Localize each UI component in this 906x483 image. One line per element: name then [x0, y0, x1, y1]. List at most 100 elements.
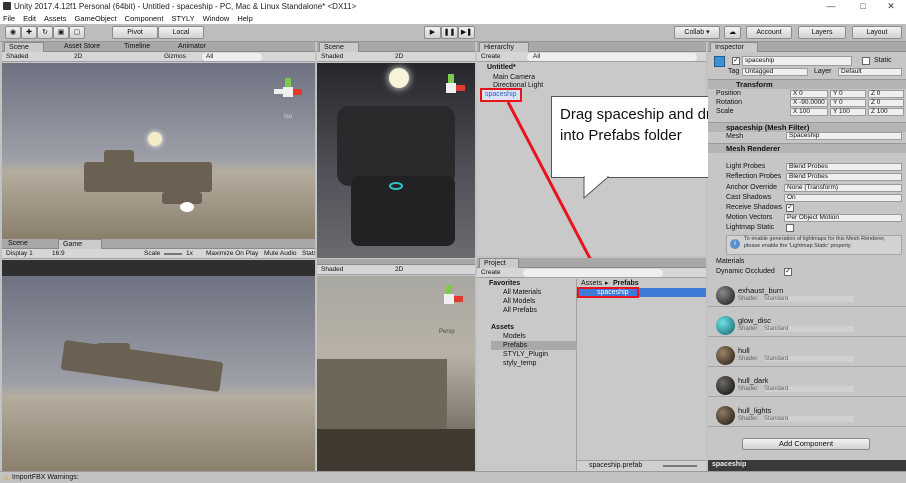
add-component-button[interactable]: Add Component [742, 438, 870, 450]
scene-search[interactable]: All [202, 53, 262, 61]
material-hull-lights[interactable]: hull_lights Shader Standard [708, 404, 906, 427]
menu-file[interactable]: File [3, 14, 15, 23]
menu-edit[interactable]: Edit [23, 14, 36, 23]
aspect-dropdown[interactable]: 16:9 [52, 250, 65, 258]
rotation-z[interactable]: Z 0 [868, 99, 904, 107]
shaded-dropdown-2[interactable]: Shaded [321, 53, 343, 61]
spaceship-object[interactable] [84, 162, 212, 192]
tab-game[interactable]: Game [58, 239, 102, 249]
status-text[interactable]: ImportFBX Warnings: [12, 474, 79, 481]
pause-icon[interactable]: ❚❚ [441, 26, 458, 39]
cast-shadows-dropdown[interactable]: On [784, 194, 902, 202]
menu-help[interactable]: Help [237, 14, 252, 23]
folder-models[interactable]: Models [503, 332, 526, 341]
layers-dropdown[interactable]: Layers [798, 26, 846, 39]
tab-scene-2[interactable]: Scene [4, 239, 32, 249]
cloud-icon[interactable]: ☁ [724, 26, 741, 39]
favorite-all-materials[interactable]: All Materials [503, 288, 541, 297]
rotation-y[interactable]: Y 0 [830, 99, 866, 107]
folder-prefabs[interactable]: Prefabs [491, 341, 577, 350]
scale-z[interactable]: Z 100 [868, 108, 904, 116]
menu-window[interactable]: Window [203, 14, 230, 23]
material-hull[interactable]: hull Shader Standard [708, 344, 906, 367]
menu-component[interactable]: Component [125, 14, 164, 23]
material-glow-disc[interactable]: glow_disc Shader Standard [708, 314, 906, 337]
minimize-button[interactable]: — [816, 0, 846, 13]
tag-dropdown[interactable]: Untagged [742, 68, 808, 76]
motion-vectors-dropdown[interactable]: Per Object Motion [784, 214, 902, 222]
layer-dropdown[interactable]: Default [838, 68, 902, 76]
gizmos-dropdown[interactable]: Gizmos [164, 53, 186, 61]
active-checkbox[interactable]: ✓ [732, 57, 740, 65]
tab-project[interactable]: Project [479, 258, 519, 268]
position-y[interactable]: Y 0 [830, 90, 866, 98]
hierarchy-create-button[interactable]: Create [481, 53, 501, 61]
position-z[interactable]: Z 0 [868, 90, 904, 98]
step-icon[interactable]: ▶❚ [458, 26, 475, 39]
materials-label[interactable]: Materials [716, 258, 744, 265]
layout-dropdown[interactable]: Layout [852, 26, 902, 39]
folder-styly-plugin[interactable]: STYLY_Plugin [503, 350, 548, 359]
scale-y[interactable]: Y 100 [830, 108, 866, 116]
mesh-field[interactable]: Spaceship [786, 132, 902, 140]
play-icon[interactable]: ▶ [424, 26, 441, 39]
scene-gizmo-icon[interactable] [274, 78, 302, 106]
scene-viewport[interactable] [2, 63, 315, 239]
mute-audio-toggle[interactable]: Mute Audio [264, 250, 297, 258]
folder-styly-temp[interactable]: styly_temp [503, 359, 536, 368]
receive-shadows-checkbox[interactable]: ✓ [786, 204, 794, 212]
anchor-override-field[interactable]: None (Transform) [784, 184, 902, 192]
tab-scene[interactable]: Scene [4, 42, 44, 52]
shader-dropdown[interactable]: Standard [764, 386, 854, 392]
tab-animator[interactable]: Animator [174, 42, 210, 52]
favorite-all-prefabs[interactable]: All Prefabs [503, 306, 537, 315]
menu-assets[interactable]: Assets [44, 14, 67, 23]
display-dropdown[interactable]: Display 1 [6, 250, 33, 258]
collab-button[interactable]: Collab ▾ [674, 26, 720, 39]
scale-tool-icon[interactable]: ▣ [53, 26, 69, 39]
object-name-field[interactable]: spaceship [742, 56, 852, 66]
zoom-slider[interactable] [663, 465, 697, 467]
mode-2d-button-2[interactable]: 2D [395, 53, 403, 61]
scene-gizmo-icon-2[interactable] [437, 74, 465, 102]
stats-toggle[interactable]: Stats [302, 250, 315, 258]
menu-styly[interactable]: STYLY [171, 14, 194, 23]
static-checkbox[interactable] [862, 57, 870, 65]
move-tool-icon[interactable]: ✚ [21, 26, 37, 39]
assets-header[interactable]: Assets [491, 323, 514, 332]
dynamic-occluded-checkbox[interactable]: ✓ [784, 268, 792, 276]
hand-tool-icon[interactable]: ◉ [5, 26, 21, 39]
favorite-all-models[interactable]: All Models [503, 297, 535, 306]
lightmap-static-checkbox[interactable] [786, 224, 794, 232]
position-x[interactable]: X 0 [790, 90, 828, 98]
reflection-probes-dropdown[interactable]: Blend Probes [786, 173, 902, 181]
scene-gizmo-icon-3[interactable] [435, 285, 463, 313]
local-toggle[interactable]: Local [158, 26, 204, 39]
material-exhaust-burn[interactable]: exhaust_burn Shader Standard [708, 284, 906, 307]
hierarchy-search[interactable]: All [527, 53, 697, 61]
shader-dropdown[interactable]: Standard [764, 326, 854, 332]
scale-slider[interactable] [164, 253, 182, 255]
tab-asset-store[interactable]: Asset Store [60, 42, 104, 52]
close-button[interactable]: ✕ [876, 0, 906, 13]
account-dropdown[interactable]: Account [746, 26, 792, 39]
maximize-button[interactable]: □ [848, 0, 878, 13]
mode-2d-button[interactable]: 2D [74, 53, 82, 61]
scale-x[interactable]: X 100 [790, 108, 828, 116]
hierarchy-scene-root[interactable]: Untitled* [487, 63, 516, 72]
pivot-toggle[interactable]: Pivot [112, 26, 158, 39]
rotation-x[interactable]: X -90.0000 [790, 99, 828, 107]
favorites-header[interactable]: Favorites [489, 279, 520, 288]
material-hull-dark[interactable]: hull_dark Shader Standard [708, 374, 906, 397]
menu-gameobject[interactable]: GameObject [75, 14, 117, 23]
shaded-dropdown-3[interactable]: Shaded [321, 266, 343, 274]
tab-hierarchy[interactable]: Hierarchy [479, 42, 529, 52]
tab-scene-3[interactable]: Scene [319, 42, 359, 52]
light-probes-dropdown[interactable]: Blend Probes [786, 163, 902, 171]
rect-tool-icon[interactable]: ▢ [69, 26, 85, 39]
tab-inspector[interactable]: Inspector [710, 42, 758, 52]
project-create-button[interactable]: Create [481, 269, 501, 277]
tab-timeline[interactable]: Timeline [120, 42, 154, 52]
mode-2d-button-3[interactable]: 2D [395, 266, 403, 274]
shader-dropdown[interactable]: Standard [764, 416, 854, 422]
